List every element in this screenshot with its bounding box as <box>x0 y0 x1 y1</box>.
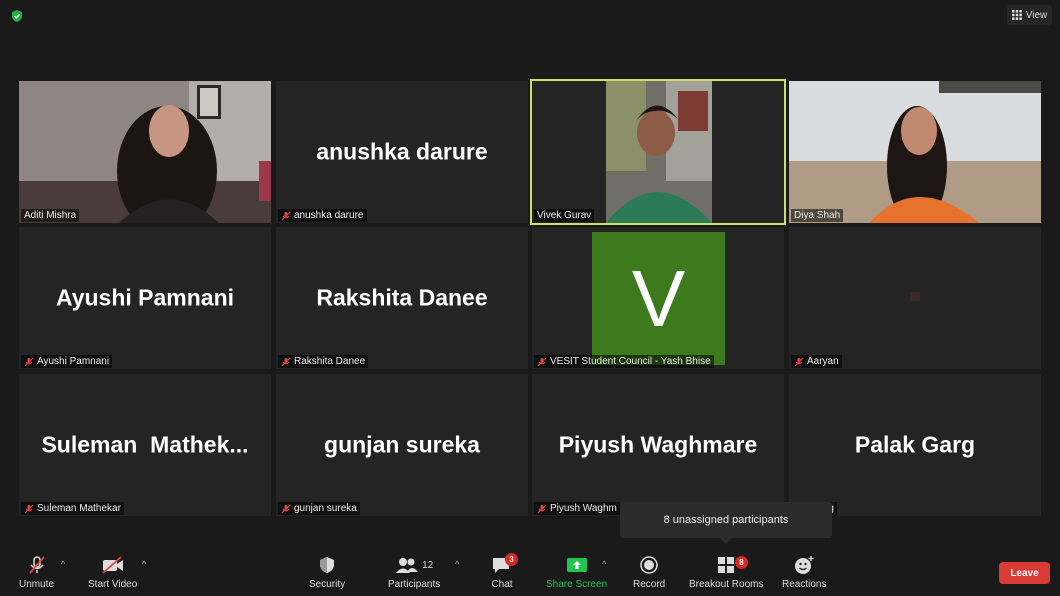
mic-muted-icon <box>537 504 547 513</box>
participant-name-label: Rakshita Danee <box>278 355 369 368</box>
reactions-button[interactable]: Reactions <box>782 555 826 590</box>
participant-name-label: Diya Shah <box>791 209 844 222</box>
mic-muted-icon <box>24 357 34 366</box>
participants-label: Participants <box>388 579 441 590</box>
participants-icon <box>396 558 419 573</box>
smiley-icon <box>795 556 814 574</box>
record-button[interactable]: Record <box>633 555 665 590</box>
breakout-rooms-button[interactable]: Breakout Rooms 8 <box>689 555 763 590</box>
video-tile[interactable]: gunjan sureka gunjan sureka <box>276 374 528 516</box>
participants-button[interactable]: 12 Participants <box>388 555 440 590</box>
security-button[interactable]: Security <box>309 555 345 590</box>
reactions-label: Reactions <box>782 579 827 590</box>
record-icon <box>640 556 658 574</box>
chat-label: Chat <box>491 579 513 590</box>
audio-options-caret[interactable]: ^ <box>61 559 65 569</box>
participant-name-label: gunjan sureka <box>278 502 360 515</box>
video-tile[interactable]: Suleman Mathek... Suleman Mathekar <box>19 374 271 516</box>
mic-muted-icon <box>24 504 34 513</box>
record-label: Record <box>633 579 666 590</box>
participant-display-name: Suleman Mathek... <box>41 431 249 458</box>
avatar-initial: V <box>631 253 686 343</box>
unmute-label: Unmute <box>19 579 55 590</box>
leave-label: Leave <box>1010 567 1039 579</box>
video-tile[interactable]: Rakshita Danee Rakshita Danee <box>276 227 528 369</box>
participant-display-name: Rakshita Danee <box>316 284 488 311</box>
breakout-badge: 8 <box>735 556 748 569</box>
video-tile[interactable]: Palak Garg rg <box>789 374 1041 516</box>
share-screen-button[interactable]: Share Screen <box>546 555 607 590</box>
participant-name-label: Ayushi Pamnani <box>21 355 113 368</box>
video-tile-active-speaker[interactable]: Vivek Gurav <box>530 79 786 225</box>
participant-name-label: anushka darure <box>278 209 367 222</box>
video-tile[interactable]: Aaryan <box>789 227 1041 369</box>
share-screen-label: Share Screen <box>546 579 608 590</box>
mic-muted-icon <box>281 504 291 513</box>
security-label: Security <box>309 579 346 590</box>
breakout-rooms-label: Breakout Rooms <box>689 579 764 590</box>
mic-muted-icon <box>281 211 291 220</box>
participant-name-label: Suleman Mathekar <box>21 502 124 515</box>
security-shield-icon <box>12 10 22 22</box>
participant-display-name: Piyush Waghmare <box>558 431 758 458</box>
breakout-tooltip: 8 unassigned participants <box>620 502 832 544</box>
participant-name-label: VESIT Student Council - Yash Bhise <box>534 355 714 368</box>
dim-video-spot <box>910 292 920 301</box>
participant-name-label: Aditi Mishra <box>21 209 80 222</box>
view-label: View <box>1025 9 1048 21</box>
participant-display-name: Ayushi Pamnani <box>55 284 235 311</box>
participant-count: 12 <box>422 559 434 571</box>
participant-name-label: Piyush Waghm <box>534 502 620 515</box>
video-options-caret[interactable]: ^ <box>142 559 146 569</box>
mic-muted-icon <box>281 357 291 366</box>
participant-display-name: Palak Garg <box>854 431 976 458</box>
participant-video <box>606 81 712 223</box>
avatar: V <box>592 232 725 365</box>
start-video-button[interactable]: Start Video <box>88 555 137 590</box>
chat-badge: 3 <box>505 553 518 566</box>
video-tile[interactable]: Ayushi Pamnani Ayushi Pamnani <box>19 227 271 369</box>
leave-button[interactable]: Leave <box>999 562 1050 584</box>
participant-name-label: Aaryan <box>791 355 842 368</box>
video-tile[interactable]: Aditi Mishra <box>19 81 271 223</box>
participant-video <box>19 81 271 223</box>
video-tile[interactable]: Diya Shah <box>789 81 1041 223</box>
participants-options-caret[interactable]: ^ <box>455 559 459 569</box>
mic-muted-icon <box>537 357 547 366</box>
mic-muted-icon <box>794 357 804 366</box>
view-button[interactable]: View <box>1007 5 1052 25</box>
video-tile[interactable]: anushka darure anushka darure <box>276 81 528 223</box>
video-tile[interactable]: Piyush Waghmare Piyush Waghm <box>532 374 784 516</box>
participant-name-label: Vivek Gurav <box>534 209 595 222</box>
participant-display-name: gunjan sureka <box>324 431 480 458</box>
share-options-caret[interactable]: ^ <box>602 559 606 569</box>
breakout-rooms-icon <box>718 557 735 573</box>
start-video-label: Start Video <box>88 579 138 590</box>
chat-button[interactable]: Chat 3 <box>491 553 518 590</box>
video-off-icon <box>102 556 123 574</box>
shield-icon <box>320 557 335 573</box>
meeting-toolbar: Unmute ^ Start Video ^ Security 12 Parti… <box>0 547 1060 596</box>
video-tile[interactable]: V VESIT Student Council - Yash Bhise <box>532 227 784 369</box>
unmute-button[interactable]: Unmute <box>19 555 54 590</box>
participant-video <box>789 81 1041 223</box>
mic-muted-icon <box>28 556 45 574</box>
grid-icon <box>1011 10 1022 20</box>
share-screen-icon <box>566 558 587 572</box>
participant-display-name: anushka darure <box>316 138 488 165</box>
